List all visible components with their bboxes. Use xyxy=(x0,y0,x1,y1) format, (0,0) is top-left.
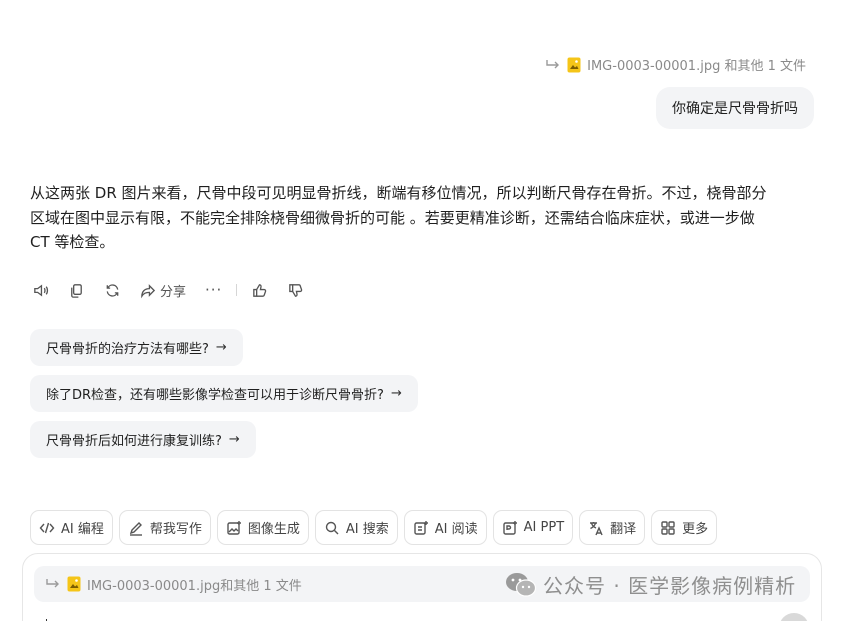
suggestion-chip[interactable]: 尺骨骨折后如何进行康复训练? → xyxy=(30,421,256,458)
tool-label: 翻译 xyxy=(610,522,637,537)
tool-label: AI 阅读 xyxy=(434,522,478,537)
tool-ai-search[interactable]: AI 搜索 xyxy=(314,510,398,545)
tool-ai-coding[interactable]: AI 编程 xyxy=(30,510,113,545)
image-file-icon xyxy=(67,576,81,592)
grid-icon xyxy=(661,520,675,535)
suggestion-text: 尺骨骨折的治疗方法有哪些? xyxy=(46,342,209,357)
watermark: 公众号 · 医学影像病例精析 xyxy=(505,570,796,599)
dislike-button[interactable] xyxy=(287,282,304,299)
answer-line: CT 等检查。 xyxy=(30,233,115,251)
reply-arrow-icon xyxy=(546,59,560,68)
thumbs-up-icon xyxy=(253,283,267,297)
reply-arrow-icon xyxy=(46,579,59,588)
attachment-reference[interactable]: IMG-0003-00001.jpg 和其他 1 文件 xyxy=(545,55,806,74)
tool-label: AI 编程 xyxy=(61,522,104,537)
translate-icon xyxy=(590,521,603,535)
tool-label: 帮我写作 xyxy=(149,522,202,537)
like-button[interactable] xyxy=(251,282,268,299)
copy-button[interactable] xyxy=(68,282,85,299)
share-button[interactable]: 分享 xyxy=(140,281,186,300)
tool-translate[interactable]: 翻译 xyxy=(579,510,646,545)
suggestion-text: 除了DR检查，还有哪些影像学检查可以用于诊断尺骨骨折? xyxy=(46,388,384,403)
tool-label: AI PPT xyxy=(523,520,565,535)
suggested-questions: 尺骨骨折的治疗方法有哪些? → 除了DR检查，还有哪些影像学检查可以用于诊断尺骨… xyxy=(30,329,418,458)
search-icon xyxy=(325,521,339,534)
more-icon: ··· xyxy=(205,281,223,299)
tool-more[interactable]: 更多 xyxy=(651,510,718,545)
wechat-icon xyxy=(506,572,537,597)
arrow-right-icon: → xyxy=(228,432,240,447)
tool-label: AI 搜索 xyxy=(345,522,389,537)
tool-label: 更多 xyxy=(682,522,709,537)
suggestion-chip[interactable]: 尺骨骨折的治疗方法有哪些? → xyxy=(30,329,243,366)
send-button[interactable] xyxy=(779,613,809,621)
regenerate-button[interactable] xyxy=(104,282,121,299)
thumbs-down-icon xyxy=(289,283,303,297)
refresh-icon xyxy=(106,283,119,297)
pen-icon xyxy=(129,521,142,536)
composer-attachment-text: IMG-0003-00001.jpg和其他 1 文件 xyxy=(87,578,302,594)
speaker-icon xyxy=(34,283,49,297)
action-divider xyxy=(236,284,238,296)
share-icon xyxy=(141,283,156,298)
attachment-reference-text: IMG-0003-00001.jpg 和其他 1 文件 xyxy=(587,59,806,74)
tool-image-generation[interactable]: 图像生成 xyxy=(216,510,309,545)
answer-line: 从这两张 DR 图片来看，尺骨中段可见明显骨折线，断端有移位情况，所以判断尺骨存… xyxy=(30,184,767,202)
arrow-right-icon: → xyxy=(215,340,227,355)
reader-icon xyxy=(414,520,428,535)
tool-writing[interactable]: 帮我写作 xyxy=(118,510,211,545)
ppt-icon xyxy=(502,520,517,535)
tool-ai-ppt[interactable]: AI PPT xyxy=(492,510,574,545)
copy-icon xyxy=(71,283,82,298)
code-icon xyxy=(39,522,55,533)
assistant-answer: 从这两张 DR 图片来看，尺骨中段可见明显骨折线，断端有移位情况，所以判断尺骨存… xyxy=(30,181,820,255)
answer-line: 区域在图中显示有限，不能完全排除桡骨细微骨折的可能 。若要更精准诊断，还需结合临… xyxy=(30,208,755,227)
more-button[interactable]: ··· xyxy=(205,281,222,299)
image-gen-icon xyxy=(227,520,241,535)
suggestion-text: 尺骨骨折后如何进行康复训练? xyxy=(46,434,222,449)
suggestion-chip[interactable]: 除了DR检查，还有哪些影像学检查可以用于诊断尺骨骨折? → xyxy=(30,375,418,412)
image-file-icon xyxy=(567,57,581,72)
tool-ai-reading[interactable]: AI 阅读 xyxy=(403,510,487,545)
read-aloud-button[interactable] xyxy=(32,282,49,299)
watermark-text: 公众号 · 医学影像病例精析 xyxy=(543,574,797,598)
tool-label: 图像生成 xyxy=(247,522,300,537)
share-label: 分享 xyxy=(160,284,187,300)
arrow-right-icon: → xyxy=(390,386,402,401)
tool-shortcuts: AI 编程 帮我写作 图像生成 AI 搜索 AI 阅读 AI PPT 翻译 更多 xyxy=(30,510,718,545)
message-action-bar: 分享 ··· xyxy=(32,279,304,301)
user-message-bubble: 你确定是尺骨骨折吗 xyxy=(656,87,814,129)
